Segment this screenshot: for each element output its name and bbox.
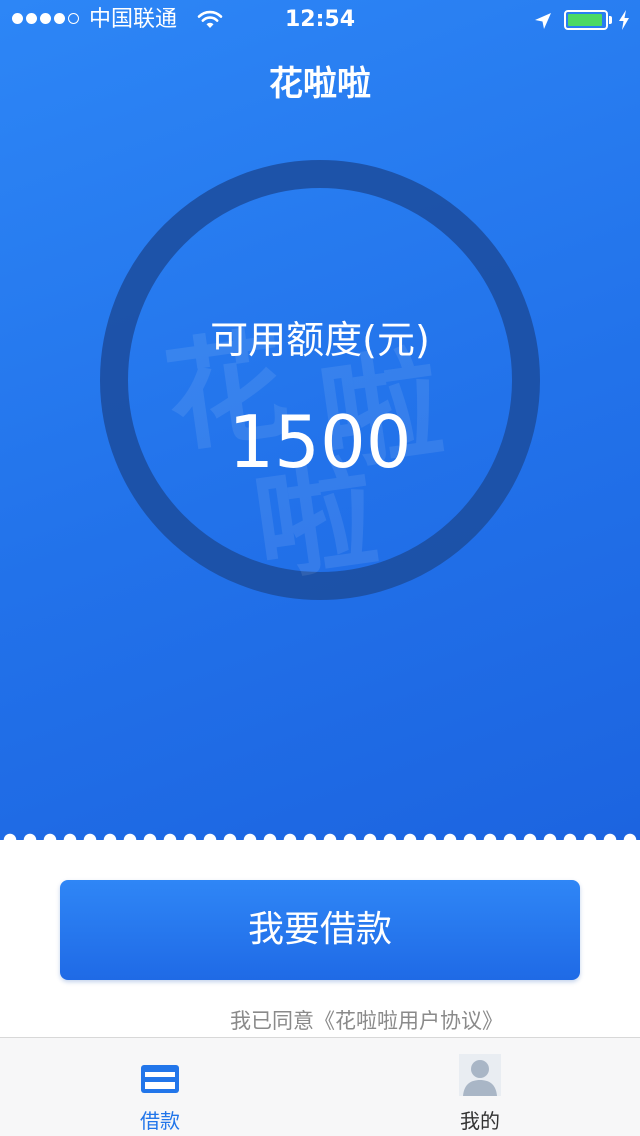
agreement-text: 我已同意《花啦啦用户协议》: [230, 1007, 503, 1035]
screen: 中国联通 12:54 花啦啦 花 啦 啦 可用额度(元) 1500 我要借款 我…: [0, 0, 640, 1136]
battery-level: [568, 14, 602, 26]
user-avatar-icon: [459, 1054, 501, 1096]
tab-mine[interactable]: 我的: [320, 1038, 640, 1136]
available-credit-label: 可用额度(元): [210, 318, 430, 362]
available-credit-amount: 1500: [228, 400, 412, 484]
battery-tip: [609, 16, 612, 24]
card-icon: [141, 1065, 179, 1093]
battery-icon: [564, 10, 608, 30]
charging-bolt-icon: [619, 10, 629, 30]
agreement-prefix: 我已同意: [230, 1009, 314, 1033]
tab-borrow[interactable]: 借款: [0, 1038, 320, 1136]
tab-borrow-label: 借款: [140, 1109, 180, 1133]
borrow-button[interactable]: 我要借款: [60, 880, 580, 980]
tab-bar: 借款 我的: [0, 1037, 640, 1136]
user-agreement-link[interactable]: 《花啦啦用户协议》: [314, 1009, 503, 1033]
page-title: 花啦啦: [269, 64, 371, 104]
location-arrow-icon: [535, 13, 551, 29]
tab-mine-label: 我的: [460, 1109, 500, 1133]
scalloped-edge: [0, 829, 640, 851]
status-bar: 中国联通 12:54: [0, 0, 640, 40]
